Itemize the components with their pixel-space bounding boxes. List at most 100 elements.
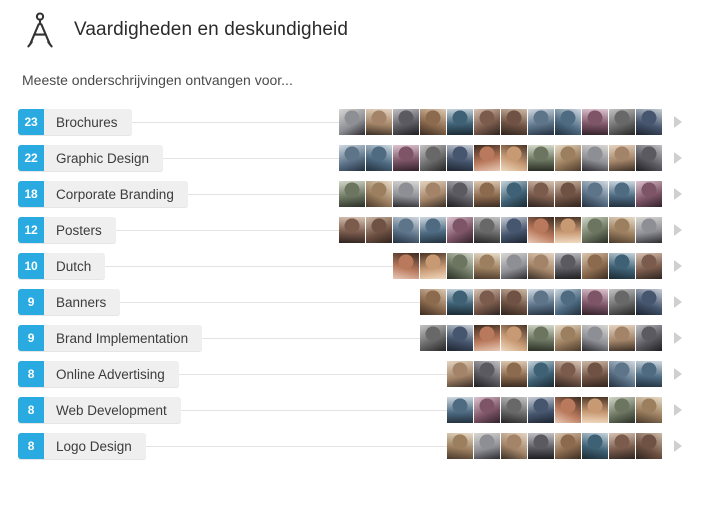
endorser-avatar[interactable] [555, 397, 581, 423]
endorser-avatar[interactable] [555, 217, 581, 243]
skill-pill[interactable]: 23 Brochures [18, 109, 132, 135]
endorser-avatar[interactable] [555, 253, 581, 279]
endorser-avatar[interactable] [420, 217, 446, 243]
endorser-avatar[interactable] [447, 433, 473, 459]
endorser-avatar[interactable] [528, 253, 554, 279]
endorser-avatar[interactable] [528, 433, 554, 459]
endorser-avatar[interactable] [501, 253, 527, 279]
endorser-avatar[interactable] [393, 181, 419, 207]
endorser-avatar[interactable] [393, 109, 419, 135]
endorser-avatar[interactable] [474, 109, 500, 135]
endorser-avatar[interactable] [366, 109, 392, 135]
endorser-avatar[interactable] [636, 253, 662, 279]
endorser-avatar[interactable] [528, 289, 554, 315]
endorser-avatar[interactable] [636, 217, 662, 243]
endorser-avatar[interactable] [447, 145, 473, 171]
chevron-right-icon[interactable] [674, 332, 682, 344]
endorser-avatar[interactable] [447, 253, 473, 279]
endorser-avatar[interactable] [555, 361, 581, 387]
endorser-avatar[interactable] [501, 145, 527, 171]
endorser-avatar[interactable] [555, 325, 581, 351]
skill-pill[interactable]: 10 Dutch [18, 253, 106, 279]
endorser-avatar[interactable] [447, 109, 473, 135]
endorser-avatar[interactable] [366, 145, 392, 171]
endorser-avatar[interactable] [609, 397, 635, 423]
endorser-avatar[interactable] [582, 325, 608, 351]
endorser-avatar[interactable] [474, 217, 500, 243]
endorser-avatar[interactable] [636, 397, 662, 423]
endorser-avatar[interactable] [339, 181, 365, 207]
endorser-avatar[interactable] [528, 217, 554, 243]
chevron-right-icon[interactable] [674, 260, 682, 272]
endorser-avatar[interactable] [393, 217, 419, 243]
endorser-avatar[interactable] [528, 109, 554, 135]
endorser-avatar[interactable] [609, 253, 635, 279]
endorser-avatar[interactable] [636, 325, 662, 351]
endorser-avatar[interactable] [555, 109, 581, 135]
chevron-right-icon[interactable] [674, 296, 682, 308]
endorser-avatar[interactable] [501, 325, 527, 351]
endorser-avatar[interactable] [501, 361, 527, 387]
endorser-avatar[interactable] [393, 253, 419, 279]
endorser-avatar[interactable] [636, 289, 662, 315]
endorser-avatar[interactable] [582, 433, 608, 459]
skill-pill[interactable]: 9 Brand Implementation [18, 325, 203, 351]
endorser-avatar[interactable] [393, 145, 419, 171]
endorser-avatar[interactable] [420, 109, 446, 135]
endorser-avatar[interactable] [501, 289, 527, 315]
endorser-avatar[interactable] [447, 397, 473, 423]
chevron-right-icon[interactable] [674, 152, 682, 164]
endorser-avatar[interactable] [339, 145, 365, 171]
endorser-avatar[interactable] [339, 217, 365, 243]
endorser-avatar[interactable] [636, 109, 662, 135]
endorser-avatar[interactable] [555, 181, 581, 207]
skill-pill[interactable]: 8 Logo Design [18, 433, 146, 459]
endorser-avatar[interactable] [582, 145, 608, 171]
endorser-avatar[interactable] [555, 145, 581, 171]
endorser-avatar[interactable] [636, 181, 662, 207]
endorser-avatar[interactable] [582, 109, 608, 135]
endorser-avatar[interactable] [474, 433, 500, 459]
endorser-avatar[interactable] [474, 145, 500, 171]
endorser-avatar[interactable] [420, 325, 446, 351]
endorser-avatar[interactable] [501, 397, 527, 423]
endorser-avatar[interactable] [420, 145, 446, 171]
endorser-avatar[interactable] [528, 397, 554, 423]
endorser-avatar[interactable] [447, 361, 473, 387]
endorser-avatar[interactable] [474, 181, 500, 207]
endorser-avatar[interactable] [609, 289, 635, 315]
skill-pill[interactable]: 18 Corporate Branding [18, 181, 188, 207]
skill-pill[interactable]: 8 Web Development [18, 397, 181, 423]
endorser-avatar[interactable] [528, 361, 554, 387]
endorser-avatar[interactable] [582, 361, 608, 387]
endorser-avatar[interactable] [582, 253, 608, 279]
endorser-avatar[interactable] [582, 217, 608, 243]
chevron-right-icon[interactable] [674, 404, 682, 416]
endorser-avatar[interactable] [447, 289, 473, 315]
endorser-avatar[interactable] [447, 217, 473, 243]
endorser-avatar[interactable] [474, 289, 500, 315]
endorser-avatar[interactable] [609, 325, 635, 351]
endorser-avatar[interactable] [447, 325, 473, 351]
endorser-avatar[interactable] [582, 397, 608, 423]
endorser-avatar[interactable] [609, 433, 635, 459]
endorser-avatar[interactable] [366, 217, 392, 243]
endorser-avatar[interactable] [474, 325, 500, 351]
endorser-avatar[interactable] [528, 325, 554, 351]
endorser-avatar[interactable] [501, 181, 527, 207]
endorser-avatar[interactable] [555, 433, 581, 459]
endorser-avatar[interactable] [420, 289, 446, 315]
endorser-avatar[interactable] [528, 145, 554, 171]
endorser-avatar[interactable] [501, 433, 527, 459]
endorser-avatar[interactable] [420, 253, 446, 279]
chevron-right-icon[interactable] [674, 224, 682, 236]
endorser-avatar[interactable] [609, 145, 635, 171]
endorser-avatar[interactable] [474, 397, 500, 423]
skill-pill[interactable]: 12 Posters [18, 217, 116, 243]
endorser-avatar[interactable] [609, 181, 635, 207]
chevron-right-icon[interactable] [674, 368, 682, 380]
endorser-avatar[interactable] [636, 433, 662, 459]
endorser-avatar[interactable] [528, 181, 554, 207]
endorser-avatar[interactable] [636, 145, 662, 171]
chevron-right-icon[interactable] [674, 188, 682, 200]
